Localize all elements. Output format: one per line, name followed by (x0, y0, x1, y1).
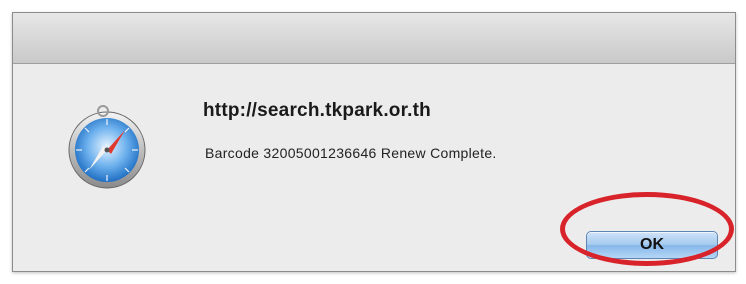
dialog-message: Barcode 32005001236646 Renew Complete. (205, 145, 497, 161)
safari-compass-icon (63, 102, 151, 190)
screenshot-frame: http://search.tkpark.or.th Barcode 32005… (0, 0, 746, 284)
dialog-content: http://search.tkpark.or.th Barcode 32005… (13, 64, 735, 271)
alert-dialog: http://search.tkpark.or.th Barcode 32005… (12, 12, 736, 272)
dialog-titlebar[interactable] (13, 13, 735, 64)
ok-button[interactable]: OK (586, 231, 718, 259)
dialog-title: http://search.tkpark.or.th (203, 100, 431, 121)
